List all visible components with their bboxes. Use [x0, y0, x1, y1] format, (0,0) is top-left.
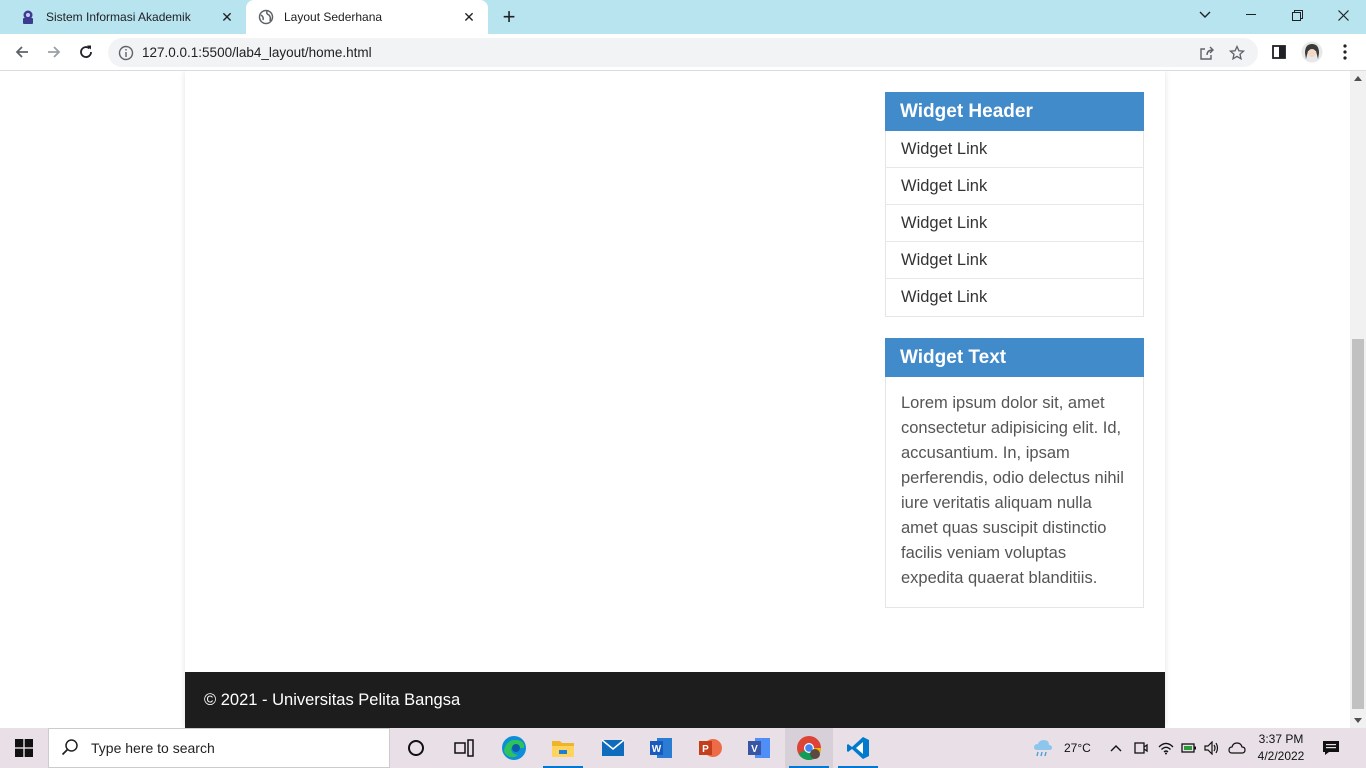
show-hidden-icons[interactable] — [1110, 728, 1122, 768]
page-footer: © 2021 - Universitas Pelita Bangsa — [185, 672, 1165, 728]
more-menu-icon[interactable] — [1331, 38, 1359, 66]
task-view-icon[interactable] — [440, 728, 488, 768]
share-icon[interactable] — [1196, 42, 1218, 64]
university-favicon-icon — [20, 9, 36, 25]
profile-avatar[interactable] — [1298, 38, 1326, 66]
page-scrollbar[interactable] — [1350, 71, 1366, 728]
site-info-icon[interactable] — [118, 45, 134, 61]
widget-link-list: Widget Link Widget Link Widget Link Widg… — [886, 131, 1143, 316]
close-window-icon[interactable] — [1320, 0, 1366, 30]
footer-text: © 2021 - Universitas Pelita Bangsa — [204, 691, 461, 709]
forward-icon[interactable] — [40, 38, 68, 66]
word-icon[interactable]: W — [637, 728, 685, 768]
tab-strip: Sistem Informasi Akademik ✕ Layout Seder… — [0, 0, 1366, 34]
taskbar-search-box[interactable]: Type here to search — [48, 728, 390, 768]
file-explorer-icon[interactable] — [539, 728, 587, 768]
globe-icon — [258, 9, 274, 25]
weather-icon — [1032, 739, 1054, 757]
search-placeholder: Type here to search — [91, 740, 215, 756]
windows-start-icon[interactable] — [0, 728, 48, 768]
bookmark-star-icon[interactable] — [1226, 42, 1248, 64]
back-icon[interactable] — [8, 38, 36, 66]
close-tab-icon[interactable]: ✕ — [216, 6, 238, 28]
widget-links: Widget Header Widget Link Widget Link Wi… — [885, 92, 1144, 317]
widget-text-body: Lorem ipsum dolor sit, amet consectetur … — [901, 394, 1124, 587]
powerpoint-icon[interactable]: P — [686, 728, 734, 768]
restore-icon[interactable] — [1274, 0, 1320, 30]
page-viewport: Widget Header Widget Link Widget Link Wi… — [0, 71, 1350, 728]
widget-link[interactable]: Widget Link — [886, 168, 1143, 205]
widget-header: Widget Text — [885, 338, 1144, 377]
svg-text:P: P — [702, 744, 709, 755]
widget-link[interactable]: Widget Link — [886, 131, 1143, 168]
clock-date: 4/2/2022 — [1257, 749, 1305, 763]
volume-icon[interactable] — [1204, 728, 1220, 768]
close-tab-icon[interactable]: ✕ — [458, 6, 480, 28]
widget-header: Widget Header — [885, 92, 1144, 131]
reload-icon[interactable] — [72, 38, 100, 66]
widget-text: Widget Text Lorem ipsum dolor sit, amet … — [885, 338, 1144, 608]
chrome-icon[interactable] — [785, 728, 833, 768]
weather-temp: 27°C — [1064, 741, 1091, 755]
search-icon — [61, 738, 81, 758]
scrollbar-thumb[interactable] — [1352, 339, 1364, 709]
tab-search-chevron-icon[interactable] — [1182, 0, 1228, 30]
edge-icon[interactable] — [490, 728, 538, 768]
widget-link[interactable]: Widget Link — [886, 205, 1143, 242]
url-text[interactable]: 127.0.0.1:5500/lab4_layout/home.html — [142, 45, 1196, 60]
browser-toolbar: 127.0.0.1:5500/lab4_layout/home.html — [0, 34, 1366, 71]
address-bar[interactable]: 127.0.0.1:5500/lab4_layout/home.html — [108, 38, 1258, 67]
minimize-icon[interactable] — [1228, 0, 1274, 30]
tab-sistem-informasi[interactable]: Sistem Informasi Akademik ✕ — [8, 0, 246, 34]
battery-icon[interactable] — [1181, 728, 1197, 768]
taskbar-clock[interactable]: 3:37 PM 4/2/2022 — [1250, 731, 1312, 765]
new-tab-icon[interactable]: + — [497, 4, 521, 29]
tab-layout-sederhana[interactable]: Layout Sederhana ✕ — [246, 0, 488, 34]
notification-center-icon[interactable] — [1322, 728, 1340, 768]
widget-link[interactable]: Widget Link — [886, 242, 1143, 279]
tab-title: Layout Sederhana — [284, 10, 383, 24]
page-container: Widget Header Widget Link Widget Link Wi… — [185, 71, 1165, 728]
tab-title: Sistem Informasi Akademik — [46, 10, 191, 24]
weather-widget[interactable]: 27°C — [1032, 728, 1091, 768]
scroll-down-icon[interactable] — [1354, 718, 1362, 723]
widget-link[interactable]: Widget Link — [886, 279, 1143, 316]
onedrive-icon[interactable] — [1228, 728, 1246, 768]
mail-icon[interactable] — [589, 728, 637, 768]
meet-now-icon[interactable] — [1134, 728, 1148, 768]
scroll-up-icon[interactable] — [1354, 76, 1362, 81]
clock-time: 3:37 PM — [1258, 732, 1304, 746]
side-panel-icon[interactable] — [1265, 38, 1293, 66]
visio-icon[interactable]: V — [735, 728, 783, 768]
svg-text:W: W — [652, 744, 662, 755]
svg-text:V: V — [751, 744, 758, 755]
wifi-icon[interactable] — [1158, 728, 1174, 768]
cortana-icon[interactable] — [392, 728, 440, 768]
vscode-icon[interactable] — [834, 728, 882, 768]
